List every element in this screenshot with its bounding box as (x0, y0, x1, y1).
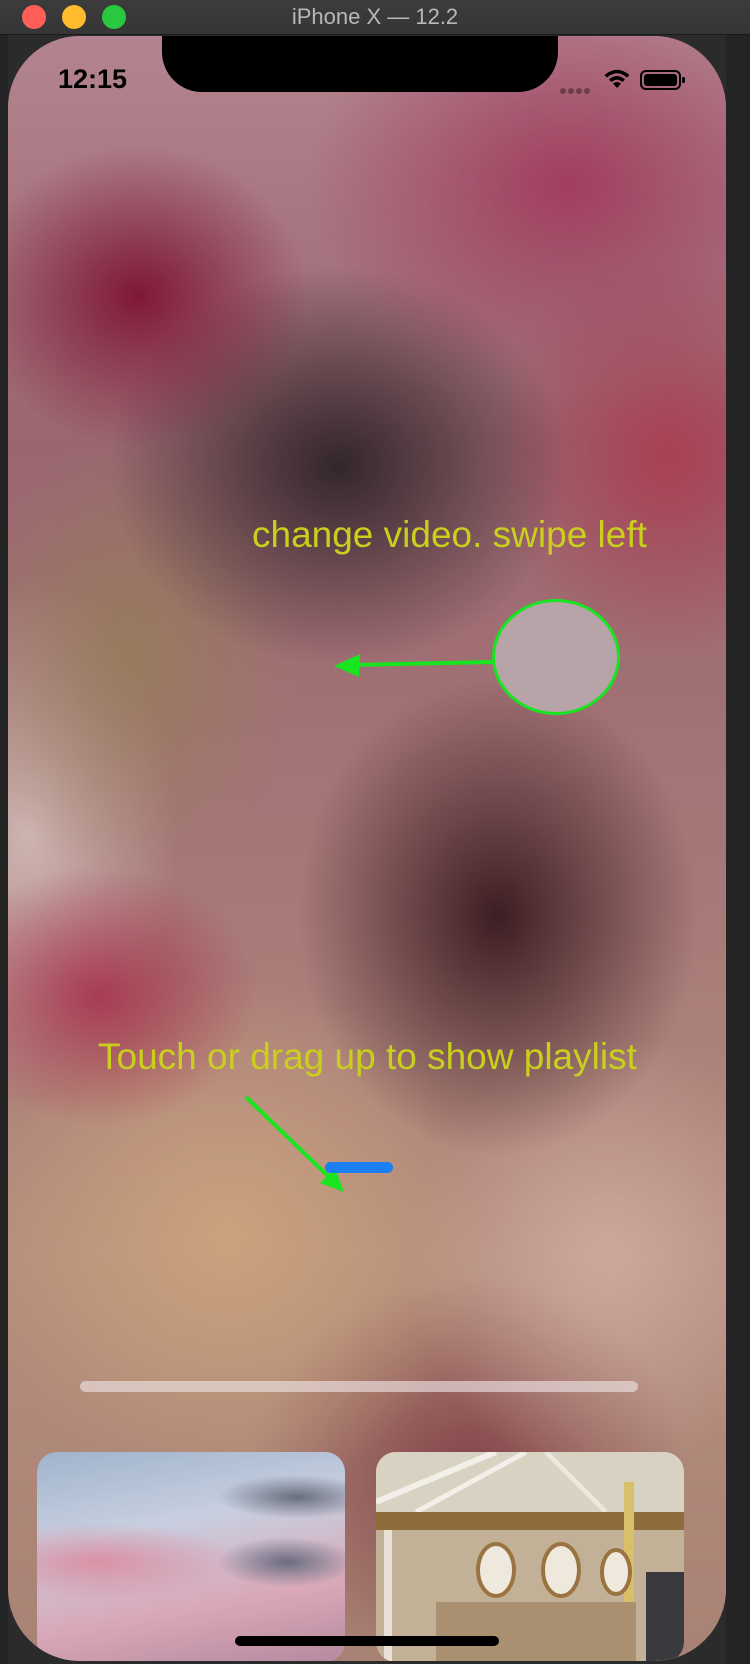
carousel-thumbnail[interactable] (376, 1452, 684, 1661)
video-player[interactable] (8, 36, 726, 1661)
status-time: 12:15 (58, 64, 128, 94)
window-edge-left (0, 35, 8, 1664)
window-title: iPhone X — 12.2 (291, 4, 459, 29)
window-titlebar: iPhone X — 12.2 (0, 0, 750, 35)
battery-icon (640, 70, 685, 90)
swipe-touch-indicator (492, 599, 620, 715)
cellular-dots-icon (560, 81, 594, 94)
window-edge-right (726, 35, 750, 1664)
device-notch (162, 36, 558, 92)
simulator-window: iPhone X — 12.2 12:15 change video. swip… (0, 0, 750, 1664)
device-screen: 12:15 change video. swipe left Touch or … (8, 36, 726, 1661)
video-progress-bar[interactable] (80, 1381, 638, 1392)
sky-thumbnail[interactable] (37, 1452, 345, 1661)
playlist-hint-label: Touch or drag up to show playlist (98, 1036, 637, 1077)
swipe-hint-label: change video. swipe left (252, 514, 647, 555)
playlist-drag-handle[interactable] (325, 1162, 393, 1173)
status-bar: 12:15 (8, 36, 726, 126)
home-indicator[interactable] (235, 1636, 499, 1646)
wifi-icon (604, 69, 630, 88)
carousel-image (376, 1452, 684, 1661)
